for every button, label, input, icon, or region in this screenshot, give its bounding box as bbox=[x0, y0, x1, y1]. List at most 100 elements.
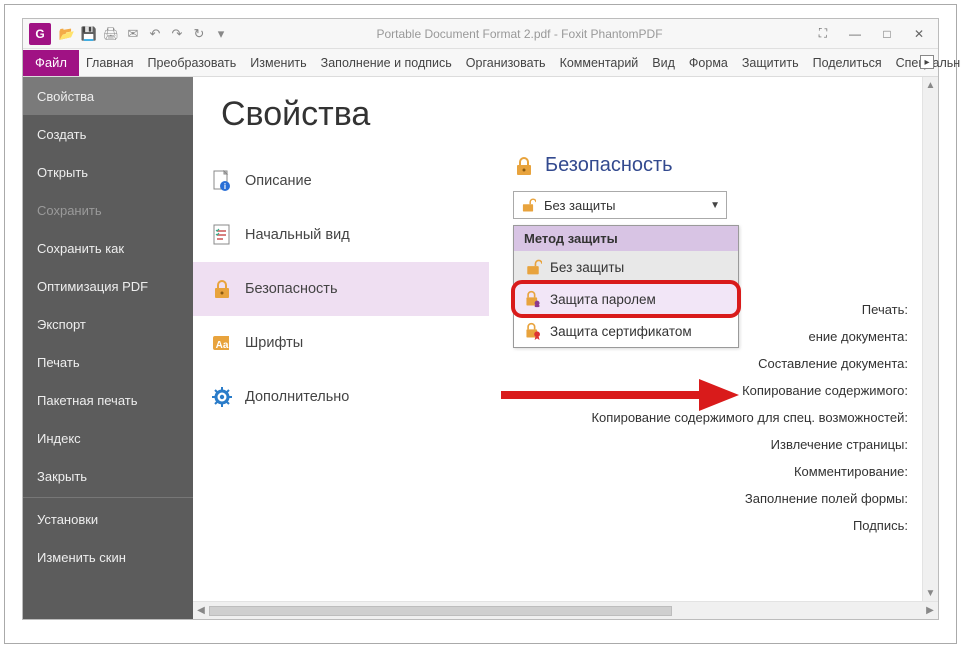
sidebar-item-create[interactable]: Создать bbox=[23, 115, 193, 153]
sidebar-item-label: Пакетная печать bbox=[37, 393, 138, 408]
lock-user-icon bbox=[524, 290, 542, 308]
lock-open-icon bbox=[524, 258, 542, 276]
sidebar-item-label: Индекс bbox=[37, 431, 81, 446]
tab-fill-sign[interactable]: Заполнение и подпись bbox=[314, 51, 459, 76]
fonts-icon: Aa bbox=[211, 332, 233, 354]
tab-home[interactable]: Главная bbox=[79, 51, 141, 76]
main-content: Свойства i Описание bbox=[193, 77, 938, 619]
tab-file[interactable]: Файл bbox=[23, 50, 79, 76]
tab-organize[interactable]: Организовать bbox=[459, 51, 553, 76]
dropdown-header: Метод защиты bbox=[514, 226, 738, 251]
option-label: Начальный вид bbox=[245, 227, 350, 243]
scrollbar-thumb[interactable] bbox=[209, 606, 672, 616]
sidebar-item-open[interactable]: Открыть bbox=[23, 153, 193, 191]
sidebar-item-label: Открыть bbox=[37, 165, 88, 180]
horizontal-scrollbar[interactable]: ◀ ▶ bbox=[193, 601, 938, 619]
lock-open-icon bbox=[520, 197, 536, 213]
lock-icon bbox=[513, 155, 535, 177]
sidebar-item-label: Печать bbox=[37, 355, 80, 370]
qat-print-icon[interactable]: 🖨 bbox=[101, 24, 121, 44]
app-window: G 📂 💾 🖨 ✉ ↶ ↷ ↻ ▾ Portable Document Form… bbox=[22, 18, 939, 620]
sidebar-item-save: Сохранить bbox=[23, 191, 193, 229]
sidebar-item-properties[interactable]: Свойства bbox=[23, 77, 193, 115]
permission-label: Заполнение полей формы: bbox=[745, 491, 908, 506]
sidebar-separator bbox=[23, 497, 193, 498]
lock-icon bbox=[211, 278, 233, 300]
sidebar-item-label: Изменить скин bbox=[37, 550, 126, 565]
sidebar-item-save-as[interactable]: Сохранить как bbox=[23, 229, 193, 267]
minimize-icon[interactable]: — bbox=[840, 23, 870, 45]
sidebar-item-batch-print[interactable]: Пакетная печать bbox=[23, 381, 193, 419]
option-initial-view[interactable]: Начальный вид bbox=[193, 208, 489, 262]
page-check-icon bbox=[211, 224, 233, 246]
sidebar-item-export[interactable]: Экспорт bbox=[23, 305, 193, 343]
option-advanced[interactable]: Дополнительно bbox=[193, 370, 489, 424]
tab-view[interactable]: Вид bbox=[645, 51, 682, 76]
sidebar-item-label: Закрыть bbox=[37, 469, 87, 484]
ribbon-tabs: Файл Главная Преобразовать Изменить Запо… bbox=[23, 49, 938, 77]
lock-cert-icon bbox=[524, 322, 542, 340]
option-description[interactable]: i Описание bbox=[193, 154, 489, 208]
tab-form[interactable]: Форма bbox=[682, 51, 735, 76]
qat-redo-icon[interactable]: ↷ bbox=[167, 24, 187, 44]
permission-label: ение документа: bbox=[808, 329, 908, 344]
options-column: i Описание Начальный вид bbox=[193, 154, 489, 424]
combo-value: Без защиты bbox=[544, 198, 616, 213]
sidebar-item-print[interactable]: Печать bbox=[23, 343, 193, 381]
option-fonts[interactable]: Aa Шрифты bbox=[193, 316, 489, 370]
chevron-down-icon: ▼ bbox=[710, 200, 720, 211]
sidebar-item-label: Создать bbox=[37, 127, 86, 142]
sidebar-item-label: Экспорт bbox=[37, 317, 86, 332]
security-method-combo[interactable]: Без защиты ▼ bbox=[513, 191, 727, 219]
page-title: Свойства bbox=[221, 95, 938, 134]
backstage-sidebar: Свойства Создать Открыть Сохранить Сохра… bbox=[23, 77, 193, 619]
backstage-body: Свойства Создать Открыть Сохранить Сохра… bbox=[23, 77, 938, 619]
qat-open-icon[interactable]: 📂 bbox=[57, 24, 77, 44]
permission-label: Подпись: bbox=[853, 518, 908, 533]
svg-text:Aa: Aa bbox=[216, 340, 229, 351]
permission-label: Копирование содержимого для спец. возмож… bbox=[591, 410, 908, 425]
security-heading: Безопасность bbox=[545, 154, 673, 177]
permissions-list: Печать: ение документа: Составление доку… bbox=[591, 302, 916, 533]
window-controls: ⛶ — □ ✕ bbox=[808, 23, 934, 45]
qat-email-icon[interactable]: ✉ bbox=[123, 24, 143, 44]
sidebar-item-close[interactable]: Закрыть bbox=[23, 457, 193, 495]
tab-protect[interactable]: Защитить bbox=[735, 51, 806, 76]
quick-access-toolbar: 📂 💾 🖨 ✉ ↶ ↷ ↻ ▾ bbox=[57, 24, 231, 44]
fullscreen-icon[interactable]: ⛶ bbox=[808, 23, 838, 45]
qat-more-icon[interactable]: ▾ bbox=[211, 24, 231, 44]
app-frame: G 📂 💾 🖨 ✉ ↶ ↷ ↻ ▾ Portable Document Form… bbox=[0, 0, 961, 648]
tab-share[interactable]: Поделиться bbox=[806, 51, 889, 76]
tab-convert[interactable]: Преобразовать bbox=[141, 51, 244, 76]
dropdown-item-label: Защита паролем bbox=[550, 292, 656, 307]
permission-label: Печать: bbox=[862, 302, 908, 317]
permission-label: Комментирование: bbox=[794, 464, 908, 479]
sidebar-item-index[interactable]: Индекс bbox=[23, 419, 193, 457]
option-label: Дополнительно bbox=[245, 389, 349, 405]
tab-comment[interactable]: Комментарий bbox=[553, 51, 646, 76]
permission-label: Копирование содержимого: bbox=[742, 383, 908, 398]
close-icon[interactable]: ✕ bbox=[904, 23, 934, 45]
content-columns: i Описание Начальный вид bbox=[193, 154, 938, 424]
option-security[interactable]: Безопасность bbox=[193, 262, 489, 316]
window-title: Portable Document Format 2.pdf - Foxit P… bbox=[231, 27, 808, 41]
maximize-icon[interactable]: □ bbox=[872, 23, 902, 45]
sidebar-item-settings[interactable]: Установки bbox=[23, 500, 193, 538]
dropdown-item-password[interactable]: Защита паролем bbox=[514, 283, 738, 315]
sidebar-item-label: Свойства bbox=[37, 89, 94, 104]
qat-undo-icon[interactable]: ↶ bbox=[145, 24, 165, 44]
option-label: Описание bbox=[245, 173, 312, 189]
scroll-right-icon[interactable]: ▶ bbox=[922, 605, 938, 616]
qat-save-icon[interactable]: 💾 bbox=[79, 24, 99, 44]
sidebar-item-optimize[interactable]: Оптимизация PDF bbox=[23, 267, 193, 305]
sidebar-item-change-skin[interactable]: Изменить скин bbox=[23, 538, 193, 576]
app-icon: G bbox=[29, 23, 51, 45]
qat-redo2-icon[interactable]: ↻ bbox=[189, 24, 209, 44]
titlebar: G 📂 💾 🖨 ✉ ↶ ↷ ↻ ▾ Portable Document Form… bbox=[23, 19, 938, 49]
dropdown-item-label: Без защиты bbox=[550, 260, 624, 275]
ribbon-overflow-icon[interactable]: ▸ bbox=[920, 55, 934, 69]
tab-edit[interactable]: Изменить bbox=[243, 51, 313, 76]
scrollbar-track[interactable] bbox=[209, 606, 922, 616]
scroll-left-icon[interactable]: ◀ bbox=[193, 605, 209, 616]
dropdown-item-no-security[interactable]: Без защиты bbox=[514, 251, 738, 283]
